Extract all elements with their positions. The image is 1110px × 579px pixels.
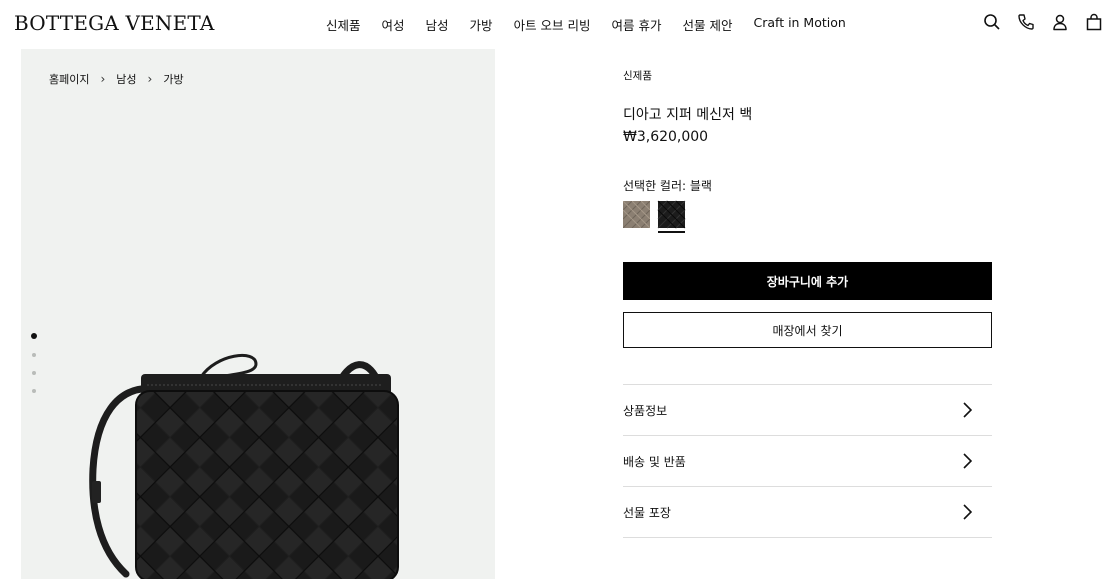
nav-item-art-of-living[interactable]: 아트 오브 리빙 bbox=[514, 15, 591, 34]
accordion-label: 선물 포장 bbox=[623, 505, 671, 520]
header-icons bbox=[983, 13, 1103, 31]
product-name: 디아고 지퍼 메신저 백 bbox=[623, 107, 753, 123]
breadcrumb-home[interactable]: 홈페이지 bbox=[49, 71, 89, 87]
brand-logo[interactable]: BOTTEGA VENETA bbox=[14, 11, 215, 35]
chevron-right-icon: › bbox=[147, 72, 153, 86]
gallery-pagination bbox=[31, 333, 37, 407]
breadcrumb-men[interactable]: 남성 bbox=[116, 71, 136, 87]
nav-item-men[interactable]: 남성 bbox=[426, 15, 449, 34]
selected-color-label: 선택한 컬러: 블랙 bbox=[623, 179, 712, 193]
search-icon[interactable] bbox=[983, 13, 1001, 31]
product-gallery[interactable]: 홈페이지 › 남성 › 가방 bbox=[21, 49, 495, 579]
accordion-product-info[interactable]: 상품정보 bbox=[623, 385, 992, 436]
main-nav: 신제품 여성 남성 가방 아트 오브 리빙 여름 휴가 선물 제안 Craft … bbox=[326, 15, 846, 34]
nav-item-gifts[interactable]: 선물 제안 bbox=[683, 15, 733, 34]
accordion-label: 배송 및 반품 bbox=[623, 454, 686, 469]
add-to-cart-button[interactable]: 장바구니에 추가 bbox=[623, 262, 992, 300]
gallery-dot-3[interactable] bbox=[32, 371, 36, 375]
phone-icon[interactable] bbox=[1017, 13, 1035, 31]
gallery-dot-2[interactable] bbox=[32, 353, 36, 357]
chevron-right-icon bbox=[963, 402, 972, 418]
chevron-right-icon bbox=[963, 453, 972, 469]
product-price: ₩3,620,000 bbox=[623, 129, 709, 145]
site-header: BOTTEGA VENETA 신제품 여성 남성 가방 아트 오브 리빙 여름 … bbox=[0, 0, 1110, 46]
new-tag: 신제품 bbox=[623, 70, 652, 82]
find-in-store-button[interactable]: 매장에서 찾기 bbox=[623, 312, 992, 348]
nav-item-women[interactable]: 여성 bbox=[382, 15, 405, 34]
nav-item-bags[interactable]: 가방 bbox=[470, 15, 493, 34]
accordion-label: 상품정보 bbox=[623, 403, 668, 418]
nav-item-new[interactable]: 신제품 bbox=[326, 15, 361, 34]
swatch-taupe[interactable] bbox=[623, 201, 650, 228]
chevron-right-icon: › bbox=[100, 72, 106, 86]
breadcrumb-bags[interactable]: 가방 bbox=[163, 71, 183, 87]
nav-item-summer[interactable]: 여름 휴가 bbox=[612, 15, 662, 34]
chevron-right-icon bbox=[963, 504, 972, 520]
gallery-dot-1[interactable] bbox=[31, 333, 37, 339]
breadcrumb: 홈페이지 › 남성 › 가방 bbox=[49, 71, 184, 87]
accordion-shipping-returns[interactable]: 배송 및 반품 bbox=[623, 436, 992, 487]
accordion-gift-wrap[interactable]: 선물 포장 bbox=[623, 487, 992, 538]
account-icon[interactable] bbox=[1051, 13, 1069, 31]
color-swatches bbox=[623, 200, 686, 233]
product-accordion: 상품정보 배송 및 반품 선물 포장 bbox=[623, 384, 992, 538]
product-image bbox=[89, 353, 399, 579]
gallery-dot-4[interactable] bbox=[32, 389, 36, 393]
bag-icon[interactable] bbox=[1085, 13, 1103, 31]
nav-item-craft-in-motion[interactable]: Craft in Motion bbox=[753, 15, 845, 34]
swatch-black[interactable] bbox=[657, 200, 686, 233]
